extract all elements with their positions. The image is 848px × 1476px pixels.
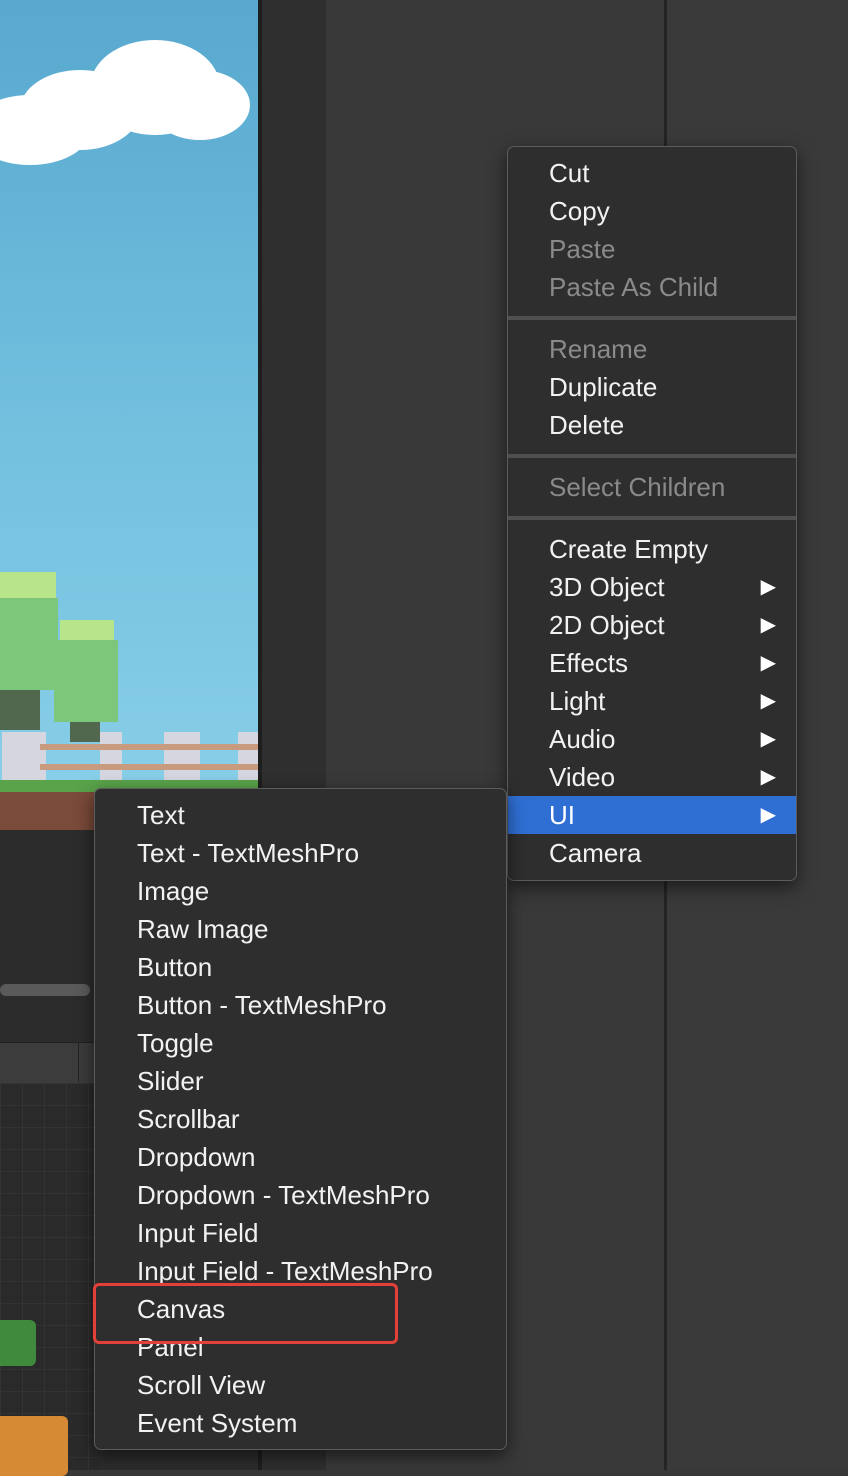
cloud-sprite	[150, 70, 250, 140]
menu-item-light[interactable]: Light ▶	[508, 682, 796, 720]
menu-item-label: Duplicate	[549, 372, 658, 402]
menu-item-effects[interactable]: Effects ▶	[508, 644, 796, 682]
fence-post	[2, 732, 46, 782]
menu-separator	[508, 516, 796, 520]
submenu-item-label: Text - TextMeshPro	[137, 838, 360, 868]
submenu-item-label: Dropdown - TextMeshPro	[137, 1180, 430, 1210]
tab-separator	[78, 1042, 79, 1082]
fence-post	[238, 732, 258, 782]
submenu-item-input-field[interactable]: Input Field	[95, 1214, 506, 1252]
graph-grid[interactable]	[0, 1083, 100, 1470]
submenu-arrow-icon: ▶	[760, 652, 776, 674]
menu-item-label: Camera	[549, 838, 642, 868]
submenu-item-toggle[interactable]: Toggle	[95, 1024, 506, 1062]
submenu-item-scrollbar[interactable]: Scrollbar	[95, 1100, 506, 1138]
menu-item-label: Light	[549, 686, 606, 716]
menu-item-copy[interactable]: Copy	[508, 192, 796, 230]
menu-item-label: Delete	[549, 410, 625, 440]
menu-item-label: 2D Object	[549, 610, 665, 640]
submenu-item-label: Dropdown	[137, 1142, 256, 1172]
submenu-item-dropdown[interactable]: Dropdown	[95, 1138, 506, 1176]
tree-sprite	[54, 640, 118, 722]
fence-rail	[40, 744, 258, 750]
menu-item-label: Rename	[549, 334, 648, 364]
submenu-item-label: Slider	[137, 1066, 204, 1096]
submenu-item-label: Image	[137, 876, 210, 906]
submenu-item-text-textmeshpro[interactable]: Text - TextMeshPro	[95, 834, 506, 872]
tree-sprite	[0, 598, 58, 690]
menu-item-label: Paste As Child	[549, 272, 719, 302]
menu-separator	[508, 316, 796, 320]
tree-sprite	[0, 572, 56, 598]
menu-item-ui[interactable]: UI ▶	[508, 796, 796, 834]
submenu-item-label: Button	[137, 952, 213, 982]
canvas-highlight-box	[93, 1283, 398, 1344]
submenu-item-raw-image[interactable]: Raw Image	[95, 910, 506, 948]
submenu-arrow-icon: ▶	[760, 766, 776, 788]
fence-post	[164, 732, 200, 782]
submenu-item-label: Event System	[137, 1408, 298, 1438]
submenu-item-button-textmeshpro[interactable]: Button - TextMeshPro	[95, 986, 506, 1024]
menu-item-label: Audio	[549, 724, 616, 754]
menu-item-label: Copy	[549, 196, 610, 226]
menu-item-camera[interactable]: Camera	[508, 834, 796, 872]
submenu-item-label: Raw Image	[137, 914, 269, 944]
menu-item-paste-as-child: Paste As Child	[508, 268, 796, 306]
submenu-arrow-icon: ▶	[760, 614, 776, 636]
tab-strip[interactable]	[0, 1042, 100, 1084]
tree-trunk	[0, 690, 40, 730]
menu-item-label: Video	[549, 762, 616, 792]
submenu-item-event-system[interactable]: Event System	[95, 1404, 506, 1442]
submenu-item-label: Button - TextMeshPro	[137, 990, 387, 1020]
submenu-item-image[interactable]: Image	[95, 872, 506, 910]
submenu-arrow-icon: ▶	[760, 576, 776, 598]
menu-item-create-empty[interactable]: Create Empty	[508, 530, 796, 568]
fence-post	[100, 732, 122, 782]
scene-view[interactable]	[0, 0, 258, 830]
menu-item-duplicate[interactable]: Duplicate	[508, 368, 796, 406]
tree-sprite	[60, 620, 114, 640]
submenu-item-label: Input Field	[137, 1218, 259, 1248]
menu-item-delete[interactable]: Delete	[508, 406, 796, 444]
graph-node[interactable]	[0, 1416, 68, 1476]
menu-item-label: UI	[549, 800, 575, 830]
menu-item-cut[interactable]: Cut	[508, 154, 796, 192]
submenu-item-dropdown-textmeshpro[interactable]: Dropdown - TextMeshPro	[95, 1176, 506, 1214]
menu-item-paste: Paste	[508, 230, 796, 268]
menu-item-label: 3D Object	[549, 572, 665, 602]
menu-item-label: Cut	[549, 158, 590, 188]
menu-item-label: Paste	[549, 234, 616, 264]
menu-item-select-children: Select Children	[508, 468, 796, 506]
fence-rail	[40, 764, 258, 770]
menu-item-label: Create Empty	[549, 534, 708, 564]
menu-separator	[508, 454, 796, 458]
submenu-arrow-icon: ▶	[760, 804, 776, 826]
submenu-item-slider[interactable]: Slider	[95, 1062, 506, 1100]
menu-item-label: Effects	[549, 648, 629, 678]
submenu-item-label: Scroll View	[137, 1370, 266, 1400]
graph-node[interactable]	[0, 1320, 36, 1366]
context-menu: Cut Copy Paste Paste As Child Rename Dup…	[507, 146, 797, 881]
submenu-item-label: Scrollbar	[137, 1104, 240, 1134]
submenu-item-button[interactable]: Button	[95, 948, 506, 986]
horizontal-scrollbar[interactable]	[0, 984, 90, 996]
menu-item-3d-object[interactable]: 3D Object ▶	[508, 568, 796, 606]
submenu-item-label: Toggle	[137, 1028, 214, 1058]
submenu-arrow-icon: ▶	[760, 690, 776, 712]
menu-item-label: Select Children	[549, 472, 726, 502]
menu-item-rename: Rename	[508, 330, 796, 368]
submenu-item-text[interactable]: Text	[95, 796, 506, 834]
menu-item-2d-object[interactable]: 2D Object ▶	[508, 606, 796, 644]
submenu-item-scroll-view[interactable]: Scroll View	[95, 1366, 506, 1404]
submenu-item-label: Text	[137, 800, 185, 830]
submenu-arrow-icon: ▶	[760, 728, 776, 750]
ui-submenu: Text Text - TextMeshPro Image Raw Image …	[94, 788, 507, 1450]
menu-item-video[interactable]: Video ▶	[508, 758, 796, 796]
tree-trunk	[70, 722, 100, 742]
menu-item-audio[interactable]: Audio ▶	[508, 720, 796, 758]
